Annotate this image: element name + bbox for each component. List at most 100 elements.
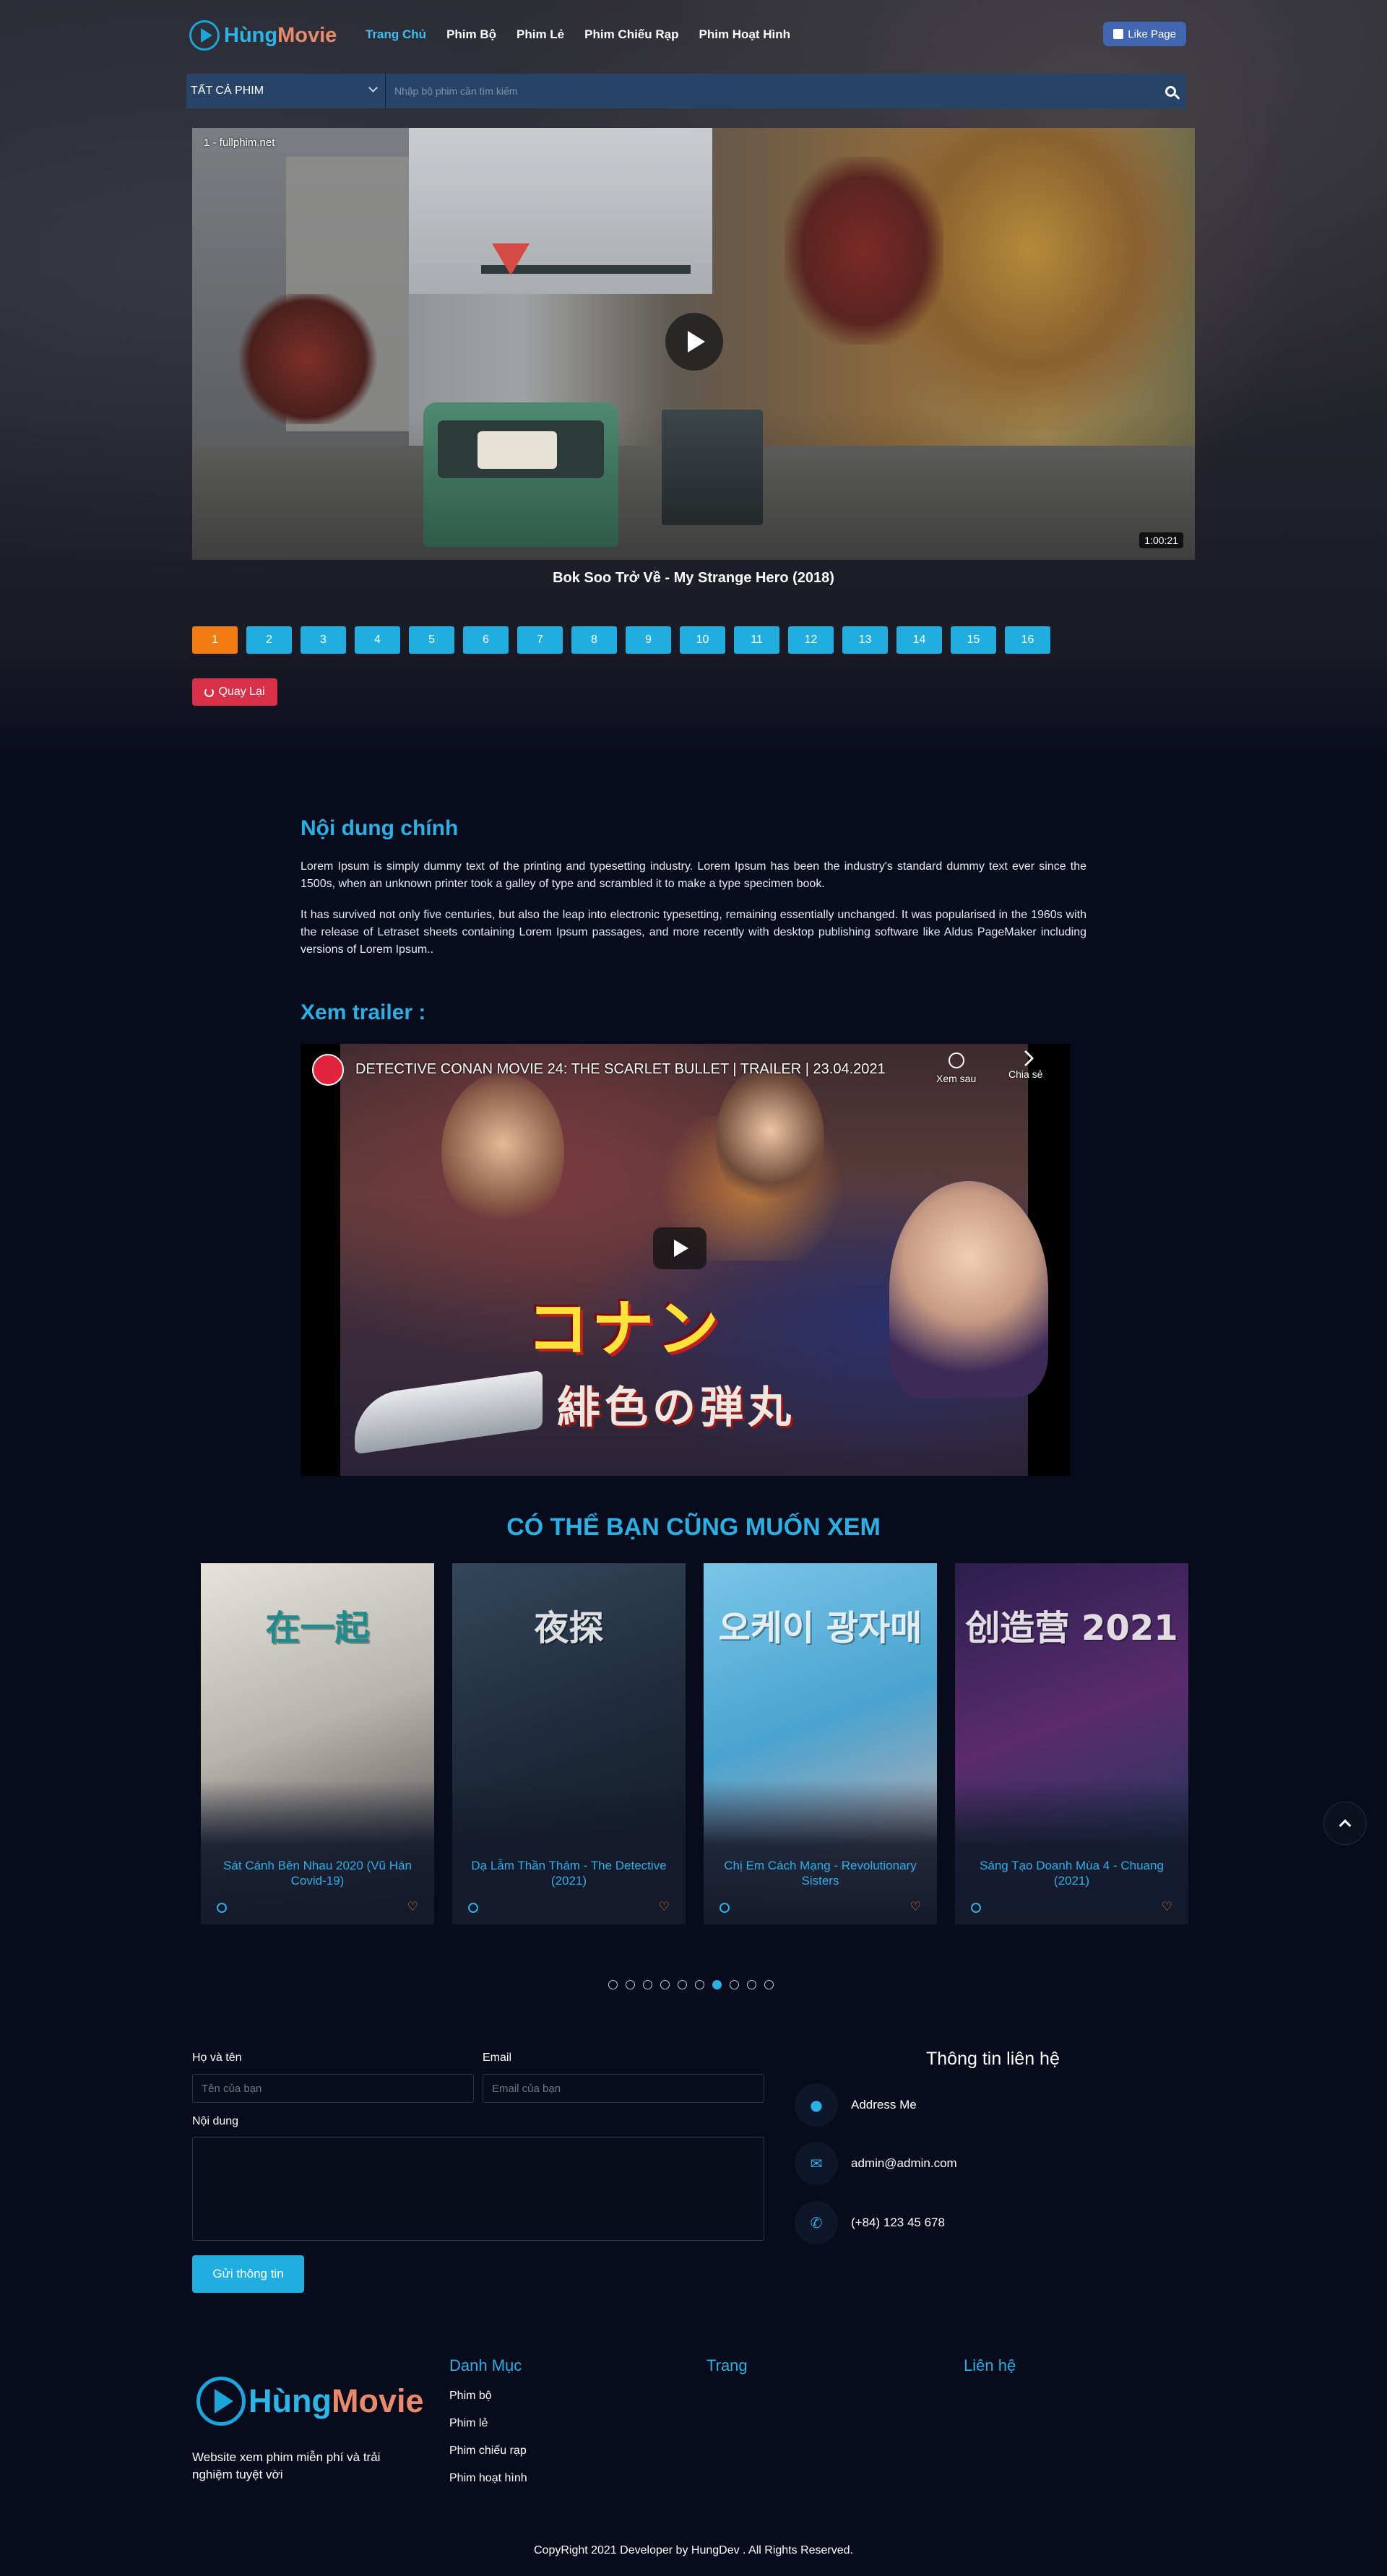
category-select[interactable]: TẤT CẢ PHIM xyxy=(186,74,386,108)
thumbs-up-icon xyxy=(1113,29,1124,39)
nav-link-single[interactable]: Phim Lẻ xyxy=(517,27,564,42)
phone-text[interactable]: (+84) 123 45 678 xyxy=(851,2216,945,2230)
trailer-heading: Xem trailer : xyxy=(301,1000,426,1024)
movie-title: Bok Soo Trở Về - My Strange Hero (2018) xyxy=(553,570,834,586)
carousel-dot[interactable] xyxy=(695,1980,704,1989)
movie-card-title[interactable]: Chị Em Cách Mạng - Revolutionary Sisters xyxy=(712,1858,928,1888)
carousel-dot[interactable] xyxy=(660,1980,670,1989)
search-input[interactable] xyxy=(386,74,1154,108)
content-paragraph-2: It has survived not only five centuries,… xyxy=(301,909,1086,956)
clock-icon xyxy=(948,1053,964,1068)
brand-part1: Hùng xyxy=(224,23,278,47)
copyright: CopyRight 2021 Developer by HungDev . Al… xyxy=(533,2544,853,2556)
poster-title-art: 在一起 xyxy=(265,1608,370,1648)
episode-button[interactable]: 12 xyxy=(788,626,834,654)
carousel-dot[interactable] xyxy=(608,1980,618,1989)
back-label: Quay Lại xyxy=(218,686,265,698)
carousel-dot[interactable] xyxy=(626,1980,635,1989)
episode-button[interactable]: 3 xyxy=(301,626,346,654)
heart-icon[interactable]: ♡ xyxy=(407,1901,418,1914)
message-textarea[interactable] xyxy=(192,2137,764,2241)
footer-col-pages: Trang xyxy=(707,2356,748,2374)
footer-col-categories: Danh Mục xyxy=(449,2356,522,2374)
trailer-video-title[interactable]: DETECTIVE CONAN MOVIE 24: THE SCARLET BU… xyxy=(355,1061,886,1078)
heart-icon[interactable]: ♡ xyxy=(910,1901,921,1914)
carousel-dot[interactable] xyxy=(643,1980,652,1989)
footer-link-cinema[interactable]: Phim chiếu rạp xyxy=(449,2445,527,2458)
brand-logo[interactable]: HùngMovie xyxy=(189,20,337,51)
map-pin-icon: ● xyxy=(795,2083,838,2127)
episode-list: 1 2 3 4 5 6 7 8 9 10 11 12 13 14 15 16 xyxy=(192,626,1050,654)
nav-links: Trang Chủ Phim Bộ Phim Lẻ Phim Chiếu Rạp… xyxy=(366,27,811,42)
episode-button[interactable]: 14 xyxy=(896,626,942,654)
episode-button[interactable]: 7 xyxy=(517,626,563,654)
movie-card-title[interactable]: Sát Cánh Bên Nhau 2020 (Vũ Hán Covid-19) xyxy=(209,1858,425,1888)
episode-button[interactable]: 10 xyxy=(680,626,725,654)
facebook-like-button[interactable]: Like Page xyxy=(1103,22,1186,46)
watch-later-button[interactable]: Xem sau xyxy=(936,1053,976,1084)
movie-card[interactable]: 在一起 Sát Cánh Bên Nhau 2020 (Vũ Hán Covid… xyxy=(201,1563,434,1924)
clock-icon xyxy=(468,1903,478,1913)
episode-button[interactable]: 6 xyxy=(463,626,509,654)
episode-button[interactable]: 1 xyxy=(192,626,238,654)
episode-button[interactable]: 2 xyxy=(246,626,292,654)
nav-link-home[interactable]: Trang Chủ xyxy=(366,27,426,42)
movie-card[interactable]: 夜探 Dạ Lẫm Thần Thám - The Detective (202… xyxy=(452,1563,686,1924)
category-select-value: TẤT CẢ PHIM xyxy=(191,85,264,97)
episode-button[interactable]: 13 xyxy=(842,626,888,654)
content-heading: Nội dung chính xyxy=(301,816,459,840)
footer-link-series[interactable]: Phim bộ xyxy=(449,2390,492,2403)
episode-button[interactable]: 5 xyxy=(409,626,454,654)
channel-avatar[interactable] xyxy=(312,1054,344,1086)
poster-title-art: 夜探 xyxy=(534,1608,604,1648)
share-button[interactable]: Chia sẻ xyxy=(1008,1050,1042,1080)
movie-card-title[interactable]: Sáng Tạo Doanh Mùa 4 - Chuang (2021) xyxy=(964,1858,1180,1888)
email-field[interactable] xyxy=(483,2074,764,2103)
footer-link-single[interactable]: Phim lẻ xyxy=(449,2417,488,2430)
episode-button[interactable]: 16 xyxy=(1005,626,1050,654)
carousel-dot[interactable] xyxy=(730,1980,739,1989)
heart-icon[interactable]: ♡ xyxy=(1162,1901,1172,1914)
episode-button[interactable]: 15 xyxy=(951,626,996,654)
nav-link-animation[interactable]: Phim Hoạt Hình xyxy=(699,27,791,42)
name-field[interactable] xyxy=(192,2074,474,2103)
trailer-art-subtitle: 緋色の弾丸 xyxy=(557,1383,795,1433)
submit-button[interactable]: Gửi thông tin xyxy=(192,2255,304,2293)
video-player[interactable]: 1 - fullphim.net 1:00:21 xyxy=(192,128,1195,560)
footer-logo[interactable]: HùngMovie xyxy=(196,2377,424,2426)
carousel-dot[interactable] xyxy=(712,1980,722,1989)
footer-link-animation[interactable]: Phim hoạt hình xyxy=(449,2472,527,2485)
chevron-down-icon xyxy=(368,83,378,92)
recommend-carousel: 在一起 Sát Cánh Bên Nhau 2020 (Vũ Hán Covid… xyxy=(201,1563,1188,1924)
movie-card[interactable]: 创造营 2021 Sáng Tạo Doanh Mùa 4 - Chuang (… xyxy=(955,1563,1188,1924)
email-text[interactable]: admin@admin.com xyxy=(851,2156,957,2171)
back-button[interactable]: Quay Lại xyxy=(192,678,277,706)
nav-link-cinema[interactable]: Phim Chiếu Rạp xyxy=(584,27,678,42)
carousel-dot[interactable] xyxy=(764,1980,774,1989)
footer-brand-part1: Hùng xyxy=(249,2382,332,2419)
episode-button[interactable]: 4 xyxy=(355,626,400,654)
heart-icon[interactable]: ♡ xyxy=(659,1901,670,1914)
trailer-art-title: コナン xyxy=(527,1293,722,1365)
movie-card-title[interactable]: Dạ Lẫm Thần Thám - The Detective (2021) xyxy=(461,1858,677,1888)
carousel-dot[interactable] xyxy=(747,1980,756,1989)
share-icon xyxy=(1017,1050,1034,1067)
search-button[interactable] xyxy=(1154,74,1186,108)
scroll-to-top-button[interactable] xyxy=(1323,1802,1367,1845)
nav-link-series[interactable]: Phim Bộ xyxy=(446,27,496,42)
search-bar: TẤT CẢ PHIM xyxy=(186,74,1186,108)
top-nav: HùngMovie Trang Chủ Phim Bộ Phim Lẻ Phim… xyxy=(189,17,1186,55)
poster-title-art: 创造营 2021 xyxy=(965,1608,1178,1648)
episode-button[interactable]: 11 xyxy=(734,626,779,654)
play-logo-icon xyxy=(196,2377,246,2426)
footer-col-contact: Liên hệ xyxy=(964,2356,1016,2374)
footer-description: Website xem phim miễn phí và trải nghiệm… xyxy=(192,2450,381,2481)
episode-button[interactable]: 8 xyxy=(571,626,617,654)
play-button[interactable] xyxy=(665,313,723,371)
trailer-embed[interactable]: コナン 緋色の弾丸 DETECTIVE CONAN MOVIE 24: THE … xyxy=(301,1044,1071,1476)
trailer-play-button[interactable] xyxy=(653,1227,707,1269)
carousel-dot[interactable] xyxy=(678,1980,687,1989)
episode-button[interactable]: 9 xyxy=(626,626,671,654)
movie-card[interactable]: 오케이 광자매 Chị Em Cách Mạng - Revolutionary… xyxy=(704,1563,937,1924)
contact-info-heading: Thông tin liên hệ xyxy=(926,2049,1060,2069)
